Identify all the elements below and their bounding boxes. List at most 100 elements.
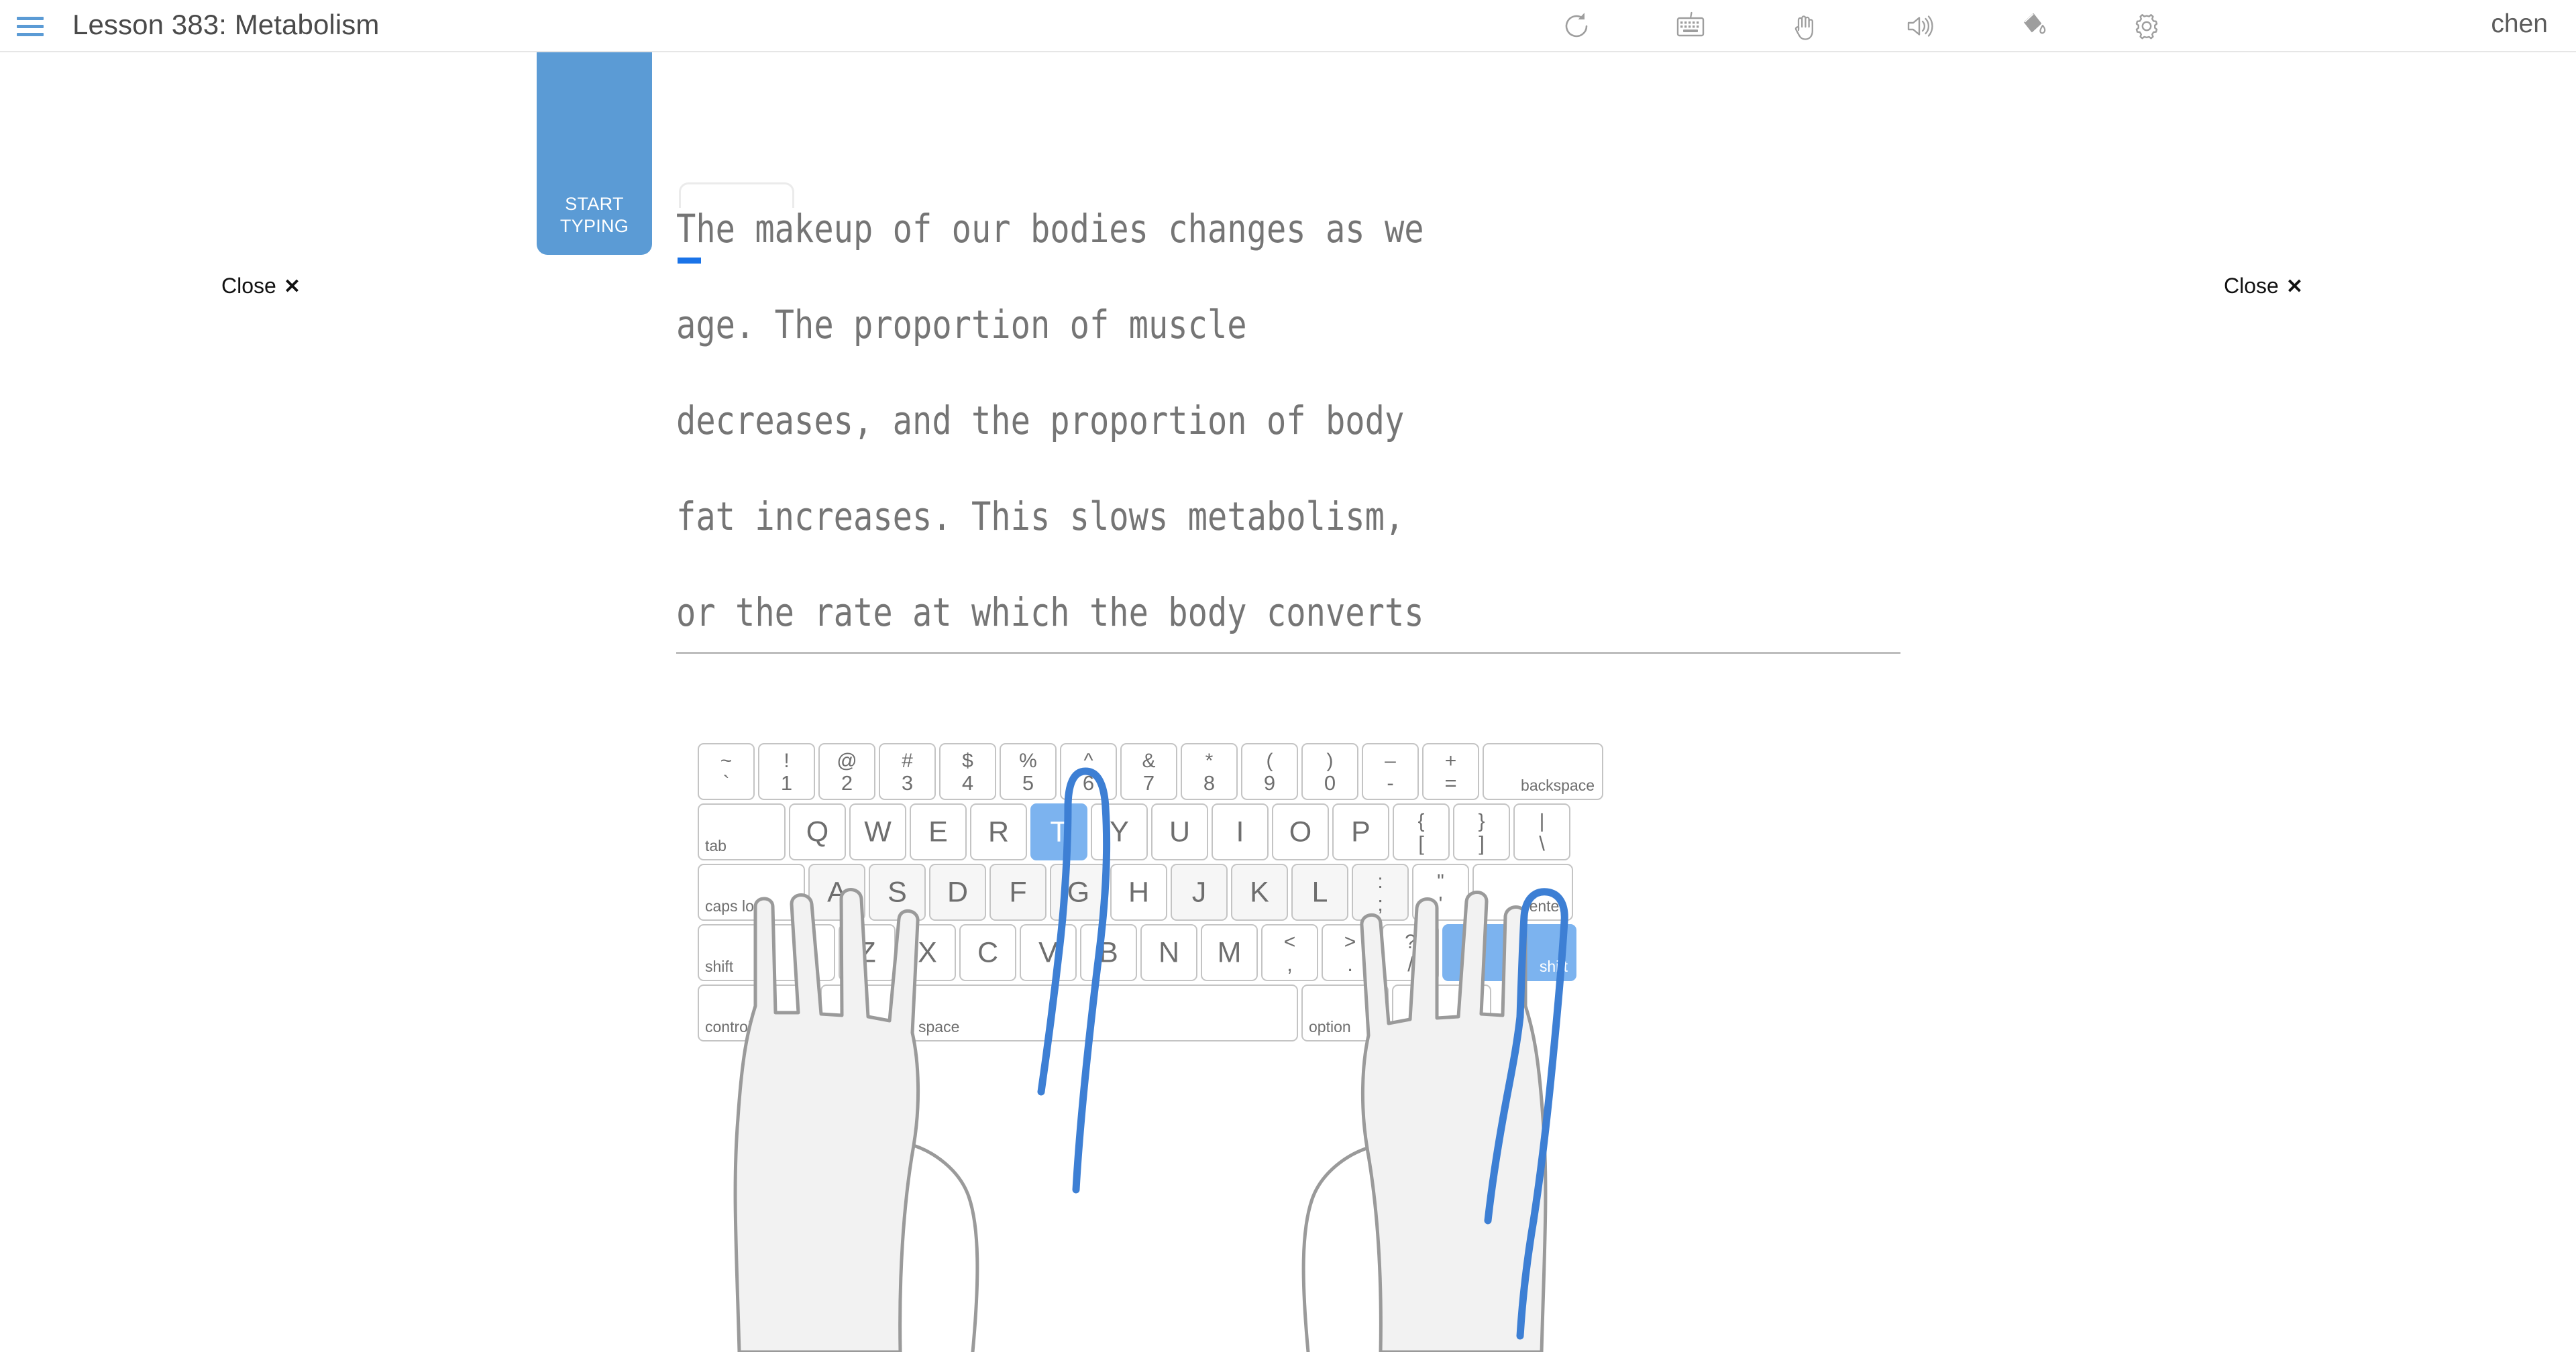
key-n[interactable]: N (1140, 924, 1197, 981)
key-0[interactable]: ) 0 (1301, 743, 1358, 800)
key-q[interactable]: Q (789, 803, 846, 860)
close-button-right[interactable]: Close ✕ (2224, 274, 2303, 298)
key-enter[interactable]: enter (1472, 864, 1573, 921)
key-period[interactable]: >. (1322, 924, 1379, 981)
key-c[interactable]: C (959, 924, 1016, 981)
app-header: Lesson 383: Metabolism chen (0, 0, 2576, 52)
key-label: tab (705, 837, 727, 854)
key-glyph: C (977, 936, 999, 968)
key-4[interactable]: $4 (939, 743, 996, 800)
key-equals[interactable]: + = (1422, 743, 1479, 800)
hamburger-icon[interactable] (15, 12, 46, 40)
key-m[interactable]: M (1201, 924, 1258, 981)
key-caps-lock[interactable]: caps lock (698, 864, 805, 921)
key-shifted-glyph: * (1205, 750, 1214, 772)
key-glyph: J (1191, 876, 1207, 908)
key-d[interactable]: D (929, 864, 986, 921)
close-label: Close (221, 274, 276, 298)
key-option-left[interactable]: option (820, 984, 908, 1041)
key-shifted-glyph: ^ (1083, 750, 1093, 772)
key-option-right[interactable]: option (1301, 984, 1389, 1041)
key-g[interactable]: G (1050, 864, 1107, 921)
hamburger-bar (17, 32, 44, 36)
keyboard-icon[interactable] (1670, 6, 1711, 46)
key-quote[interactable]: " ' (1412, 864, 1469, 921)
key-5[interactable]: % 5 (1000, 743, 1057, 800)
key-label: shift (1539, 958, 1568, 975)
key-3[interactable]: #3 (879, 743, 936, 800)
keyboard-row-modifier-row: control option space option (698, 984, 1580, 1041)
key-i[interactable]: I (1212, 803, 1269, 860)
key-shifted-glyph: > (1344, 931, 1356, 953)
hamburger-bar (17, 24, 44, 28)
virtual-keyboard[interactable]: ~ `! 1 @2 #3 $4% 5 ^ 6 & 7 * 8(9) 0– - + = backspace tab Q W… (698, 743, 1603, 1045)
key-z[interactable]: Z (839, 924, 896, 981)
key-e[interactable]: E (910, 803, 967, 860)
key-f[interactable]: F (989, 864, 1046, 921)
key-a[interactable]: A (808, 864, 865, 921)
key-label: shift (705, 958, 734, 975)
key-shifted-glyph: – (1385, 750, 1396, 772)
hand-icon[interactable] (1784, 6, 1825, 46)
key-tab[interactable]: tab (698, 803, 786, 860)
gear-icon[interactable] (2127, 6, 2167, 46)
key-8[interactable]: * 8 (1181, 743, 1238, 800)
paint-bucket-icon[interactable] (2012, 6, 2053, 46)
key-shifted-glyph: ~ (720, 750, 733, 772)
key-label: caps lock (705, 897, 769, 915)
key-s[interactable]: S (869, 864, 926, 921)
key-x[interactable]: X (899, 924, 956, 981)
key-semicolon[interactable]: :; (1352, 864, 1409, 921)
key-glyph: V (1038, 936, 1058, 968)
key-bracket-right[interactable]: }] (1453, 803, 1510, 860)
key-shift-right[interactable]: shift (1442, 924, 1576, 981)
key-shifted-glyph: | (1539, 810, 1545, 832)
sound-icon[interactable] (1898, 6, 1939, 46)
key-b[interactable]: B (1080, 924, 1137, 981)
key-9[interactable]: (9 (1241, 743, 1298, 800)
typing-line: fat increases. This slows metabolism, (676, 494, 1405, 539)
typing-text-area[interactable]: The makeup of our bodies changes as we a… (676, 181, 1911, 661)
key-glyph: P (1351, 815, 1371, 848)
key-l[interactable]: L (1291, 864, 1348, 921)
key-7[interactable]: & 7 (1120, 743, 1177, 800)
key-backslash[interactable]: | \ (1513, 803, 1570, 860)
key-2[interactable]: @2 (818, 743, 875, 800)
key-bracket-left[interactable]: {[ (1393, 803, 1450, 860)
key-y[interactable]: Y (1091, 803, 1148, 860)
key-backspace[interactable]: backspace (1483, 743, 1603, 800)
key-base-glyph: 1 (780, 771, 793, 795)
key-t[interactable]: T (1030, 803, 1087, 860)
key-1[interactable]: ! 1 (758, 743, 815, 800)
key-p[interactable]: P (1332, 803, 1389, 860)
key-j[interactable]: J (1171, 864, 1228, 921)
key-backtick[interactable]: ~ ` (698, 743, 755, 800)
key-shifted-glyph: $ (962, 750, 973, 772)
key-r[interactable]: R (970, 803, 1027, 860)
key-control[interactable]: control (698, 984, 817, 1041)
key-6[interactable]: ^ 6 (1060, 743, 1117, 800)
username-label[interactable]: chen (2491, 9, 2548, 39)
close-button-left[interactable]: Close ✕ (221, 274, 301, 298)
key-glyph: N (1158, 936, 1180, 968)
key-command-right[interactable] (1392, 984, 1491, 1041)
key-slash[interactable]: ? / (1382, 924, 1439, 981)
key-w[interactable]: W (849, 803, 906, 860)
key-h[interactable]: H (1110, 864, 1167, 921)
key-space[interactable]: space (911, 984, 1298, 1041)
key-u[interactable]: U (1151, 803, 1208, 860)
key-base-glyph: / (1407, 952, 1413, 976)
key-shifted-glyph: < (1283, 931, 1296, 953)
restart-icon[interactable] (1556, 6, 1597, 46)
key-comma[interactable]: <, (1261, 924, 1318, 981)
typing-line: The makeup of our bodies changes as we (676, 206, 1424, 251)
key-k[interactable]: K (1231, 864, 1288, 921)
key-v[interactable]: V (1020, 924, 1077, 981)
key-shift-left[interactable]: shift (698, 924, 835, 981)
typing-line: decreases, and the proportion of body (676, 398, 1405, 443)
key-o[interactable]: O (1272, 803, 1329, 860)
key-base-glyph: . (1347, 952, 1353, 976)
key-minus[interactable]: – - (1362, 743, 1419, 800)
page-title: Lesson 383: Metabolism (72, 9, 380, 40)
key-glyph: Y (1110, 815, 1129, 848)
